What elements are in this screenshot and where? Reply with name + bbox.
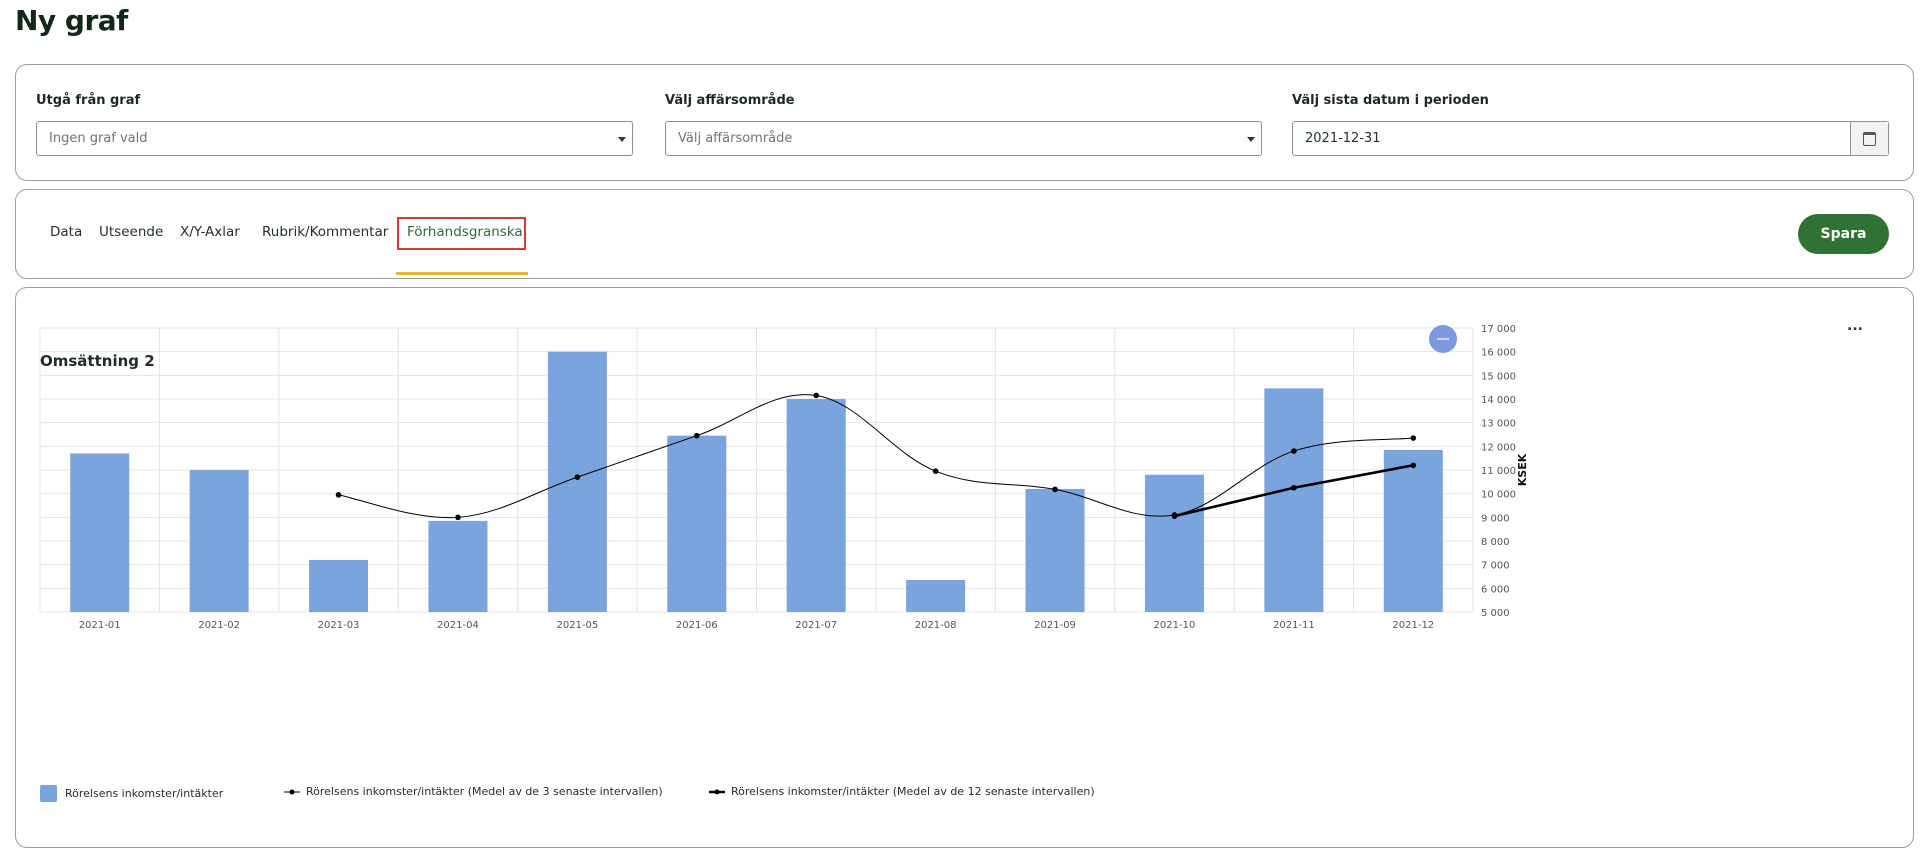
calendar-button[interactable] <box>1850 122 1888 155</box>
base-graph-select[interactable]: Ingen graf vald <box>36 121 633 156</box>
base-graph-field: Utgå från graf Ingen graf vald <box>36 93 633 156</box>
x-tick-label: 2021-09 <box>1034 620 1076 631</box>
calendar-icon <box>1863 131 1876 146</box>
chart-card: ... Omsättning 2 5 000 6 000 7 000 8 000 9 0… <box>15 287 1914 848</box>
legend-avg12-label: Rörelsens inkomster/intäkter (Medel av d… <box>731 785 1095 798</box>
y-tick-label: 17 000 <box>1481 324 1516 335</box>
bar <box>906 580 966 612</box>
line-point <box>574 474 581 480</box>
bar <box>70 453 130 612</box>
x-tick-label: 2021-04 <box>437 620 479 631</box>
legend-item-avg3[interactable]: Rörelsens inkomster/intäkter (Medel av d… <box>284 785 663 798</box>
line-point <box>335 492 342 498</box>
legend-line-thin-icon <box>284 789 300 794</box>
tab-rubrik-kommentar[interactable]: Rubrik/Kommentar <box>262 224 388 240</box>
bar <box>786 399 846 612</box>
base-graph-placeholder: Ingen graf vald <box>49 131 148 146</box>
legend-bar-swatch <box>40 785 57 802</box>
bar <box>1025 488 1085 612</box>
bar <box>667 435 727 612</box>
line-point <box>1291 448 1297 454</box>
tab-xy-axlar[interactable]: X/Y-Axlar <box>180 224 240 240</box>
x-tick-label: 2021-03 <box>318 620 360 631</box>
y-tick-label: 15 000 <box>1481 371 1516 382</box>
line-point <box>1052 486 1058 493</box>
business-area-placeholder: Välj affärsområde <box>678 131 793 146</box>
caret-down-icon <box>618 137 626 142</box>
line-point <box>1410 435 1417 441</box>
legend-item-avg12[interactable]: Rörelsens inkomster/intäkter (Medel av d… <box>709 785 1095 798</box>
y-axis-title: KSEK <box>1516 453 1529 486</box>
end-date-label: Välj sista datum i perioden <box>1292 93 1489 108</box>
x-tick-label: 2021-10 <box>1154 620 1196 631</box>
business-area-select[interactable]: Välj affärsområde <box>665 121 1262 156</box>
active-tab-indicator <box>396 272 528 275</box>
line-point <box>1410 462 1417 469</box>
legend-line-thick-icon <box>709 789 725 794</box>
line-point <box>1291 484 1297 491</box>
bar <box>1264 388 1324 612</box>
x-tick-label: 2021-11 <box>1273 620 1315 631</box>
x-tick-label: 2021-05 <box>556 620 598 631</box>
end-date-input[interactable]: 2021-12-31 <box>1292 121 1889 156</box>
tab-utseende[interactable]: Utseende <box>99 224 163 240</box>
filter-panel: Utgå från graf Ingen graf vald Välj affä… <box>15 64 1914 181</box>
x-tick-label: 2021-02 <box>198 620 240 631</box>
y-tick-label: 11 000 <box>1481 466 1516 477</box>
line-point <box>1171 513 1178 519</box>
end-date-field: Välj sista datum i perioden 2021-12-31 <box>1292 93 1889 156</box>
bar <box>189 470 249 612</box>
y-tick-label: 9 000 <box>1481 513 1510 524</box>
x-tick-label: 2021-01 <box>79 620 121 631</box>
tab-bar: Data Utseende X/Y-Axlar Rubrik/Kommentar… <box>15 189 1914 279</box>
line-point <box>813 392 820 399</box>
tab-forhandsgranska[interactable]: Förhandsgranska <box>407 224 523 240</box>
y-tick-label: 6 000 <box>1481 584 1510 595</box>
caret-down-icon <box>1247 137 1255 142</box>
legend-bars-label: Rörelsens inkomster/intäkter <box>65 787 224 800</box>
chart-plot: 5 000 6 000 7 000 8 000 9 000 10 000 11 000 12 … <box>39 324 1529 631</box>
bar <box>1144 474 1204 612</box>
y-tick-label: 14 000 <box>1481 395 1516 406</box>
y-tick-label: 8 000 <box>1481 537 1510 548</box>
base-graph-label: Utgå från graf <box>36 93 141 108</box>
bar <box>428 520 488 612</box>
end-date-value: 2021-12-31 <box>1305 131 1381 146</box>
y-tick-label: 5 000 <box>1481 608 1510 619</box>
bar <box>1383 449 1443 612</box>
y-tick-label: 16 000 <box>1481 348 1516 359</box>
y-tick-label: 12 000 <box>1481 442 1516 453</box>
line-point <box>455 514 461 521</box>
y-tick-label: 7 000 <box>1481 561 1510 572</box>
tab-data[interactable]: Data <box>50 224 82 240</box>
x-tick-label: 2021-07 <box>795 620 837 631</box>
y-tick-label: 10 000 <box>1481 490 1516 501</box>
line-point <box>693 432 700 439</box>
business-area-label: Välj affärsområde <box>665 93 795 108</box>
x-tick-label: 2021-12 <box>1392 620 1434 631</box>
page-title: Ny graf <box>15 4 128 37</box>
legend-avg3-label: Rörelsens inkomster/intäkter (Medel av d… <box>306 785 663 798</box>
y-tick-label: 13 000 <box>1481 419 1516 430</box>
bar <box>309 559 369 612</box>
x-tick-label: 2021-08 <box>915 620 957 631</box>
business-area-field: Välj affärsområde Välj affärsområde <box>665 93 1262 156</box>
save-button[interactable]: Spara <box>1798 214 1889 254</box>
x-tick-label: 2021-06 <box>676 620 718 631</box>
bar <box>547 351 607 612</box>
line-point <box>932 468 939 474</box>
legend-item-bars[interactable]: Rörelsens inkomster/intäkter <box>40 785 223 802</box>
